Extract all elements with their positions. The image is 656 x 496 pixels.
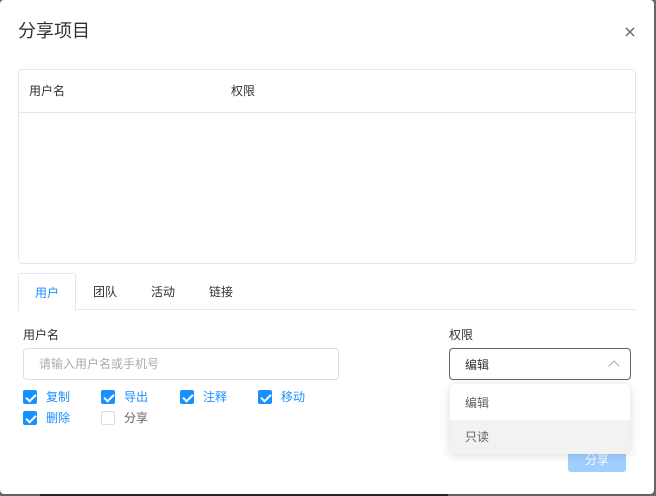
checkbox-share-label: 分享 bbox=[124, 411, 149, 425]
permission-label: 权限 bbox=[449, 328, 474, 342]
share-tabs: 用户 团队 活动 链接 bbox=[18, 273, 636, 311]
checkbox-share[interactable]: 分享 bbox=[101, 410, 161, 426]
share-project-dialog: 分享项目 × 用户名 权限 用户 团队 活动 链接 用户名 权限 编辑 复制 导… bbox=[0, 0, 654, 494]
checkbox-export-label: 导出 bbox=[124, 390, 149, 404]
permission-dropdown: 编辑 只读 bbox=[450, 384, 630, 454]
checkbox-annotate-box[interactable] bbox=[180, 390, 194, 404]
column-header-username: 用户名 bbox=[29, 84, 66, 98]
permission-option-edit[interactable]: 编辑 bbox=[450, 386, 630, 420]
permission-select[interactable]: 编辑 bbox=[449, 348, 631, 380]
checkbox-copy[interactable]: 复制 bbox=[23, 389, 83, 405]
checkbox-move[interactable]: 移动 bbox=[258, 389, 318, 405]
tab-link[interactable]: 链接 bbox=[196, 273, 246, 310]
username-label: 用户名 bbox=[23, 328, 60, 342]
checkbox-delete-label: 删除 bbox=[46, 411, 71, 425]
checkbox-move-box[interactable] bbox=[258, 390, 272, 404]
checkbox-move-label: 移动 bbox=[281, 390, 306, 404]
column-header-permission: 权限 bbox=[231, 84, 256, 98]
permission-select-value: 编辑 bbox=[465, 358, 490, 372]
checkbox-copy-box[interactable] bbox=[23, 390, 37, 404]
shared-users-table: 用户名 权限 bbox=[18, 69, 636, 264]
tab-team[interactable]: 团队 bbox=[80, 273, 130, 310]
tab-users[interactable]: 用户 bbox=[18, 273, 76, 311]
tab-activity[interactable]: 活动 bbox=[138, 273, 188, 310]
permission-option-readonly[interactable]: 只读 bbox=[450, 420, 630, 454]
checkbox-copy-label: 复制 bbox=[46, 390, 71, 404]
checkbox-delete[interactable]: 删除 bbox=[23, 410, 83, 426]
checkbox-export[interactable]: 导出 bbox=[101, 389, 161, 405]
close-icon[interactable]: × bbox=[620, 22, 640, 42]
dialog-title: 分享项目 bbox=[18, 21, 90, 42]
checkbox-annotate[interactable]: 注释 bbox=[180, 389, 240, 405]
checkbox-delete-box[interactable] bbox=[23, 411, 37, 425]
checkbox-annotate-label: 注释 bbox=[203, 390, 228, 404]
username-input[interactable] bbox=[23, 348, 339, 380]
chevron-up-icon bbox=[608, 360, 620, 372]
checkbox-export-box[interactable] bbox=[101, 390, 115, 404]
checkbox-share-box[interactable] bbox=[101, 411, 115, 425]
table-header: 用户名 权限 bbox=[19, 70, 635, 113]
